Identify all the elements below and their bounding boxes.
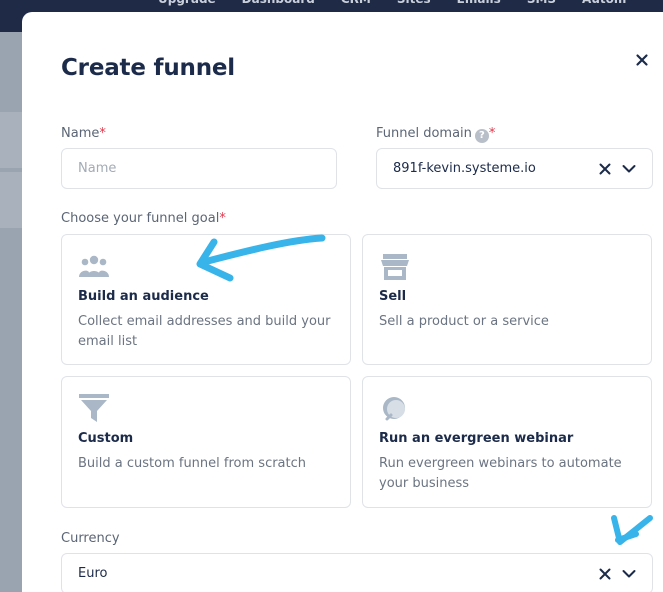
goal-card-description: Build a custom funnel from scratch (78, 456, 307, 471)
goal-required-mark: * (219, 211, 226, 226)
close-button[interactable] (634, 52, 650, 68)
funnel-domain-value: 891f-kevin.systeme.io (393, 161, 536, 176)
goal-card-sell[interactable]: Sell Sell a product or a service (362, 234, 652, 365)
close-icon (636, 54, 648, 66)
clear-currency-icon[interactable] (599, 568, 611, 580)
goal-card-title: Run an evergreen webinar (379, 431, 574, 446)
funnel-icon (79, 394, 109, 422)
domain-required-mark: * (488, 126, 496, 141)
background-left-panel (0, 32, 22, 592)
nav-item-sms: SMS (527, 0, 556, 8)
name-required-mark: * (99, 126, 106, 141)
funnel-domain-label: Funnel domain? * (376, 126, 496, 143)
name-input[interactable] (61, 148, 337, 189)
nav-item-emails: Emails (457, 0, 501, 8)
funnel-domain-select[interactable]: 891f-kevin.systeme.io (376, 148, 653, 189)
currency-select[interactable]: Euro (61, 553, 653, 592)
nav-item-automation: Autom (582, 0, 626, 8)
nav-item-sites: Sites (397, 0, 431, 8)
clear-domain-icon[interactable] (599, 163, 611, 175)
funnel-goal-label: Choose your funnel goal* (61, 211, 226, 226)
nav-item-crm: CRM (341, 0, 371, 8)
modal-title: Create funnel (61, 55, 235, 81)
nav-item-dashboard: Dashboard (242, 0, 315, 8)
headset-icon (383, 397, 405, 421)
currency-label: Currency (61, 531, 120, 546)
goal-card-title: Sell (379, 289, 407, 304)
background-nav: Upgrade Dashboard CRM Sites Emails SMS A… (158, 0, 663, 8)
goal-card-description: Run evergreen webinars to automate your … (379, 456, 622, 491)
create-funnel-modal: Create funnel Name* Funnel domain?* 891f… (22, 12, 663, 592)
goal-card-description: Collect email addresses and build your e… (78, 314, 331, 349)
currency-value: Euro (78, 566, 108, 581)
storefront-icon (381, 254, 409, 280)
chevron-down-icon[interactable] (622, 163, 636, 175)
goal-card-custom[interactable]: Custom Build a custom funnel from scratc… (61, 376, 351, 508)
goal-card-description: Sell a product or a service (379, 314, 549, 329)
people-group-icon (79, 255, 109, 277)
goal-card-evergreen-webinar[interactable]: Run an evergreen webinar Run evergreen w… (362, 376, 652, 508)
goal-card-title: Build an audience (78, 289, 209, 304)
help-icon[interactable]: ? (474, 129, 489, 143)
name-label: Name* (61, 126, 106, 141)
chevron-down-icon[interactable] (622, 568, 636, 580)
nav-item-upgrade: Upgrade (158, 0, 216, 8)
goal-card-build-audience[interactable]: Build an audience Collect email addresse… (61, 234, 351, 365)
goal-card-title: Custom (78, 431, 134, 446)
